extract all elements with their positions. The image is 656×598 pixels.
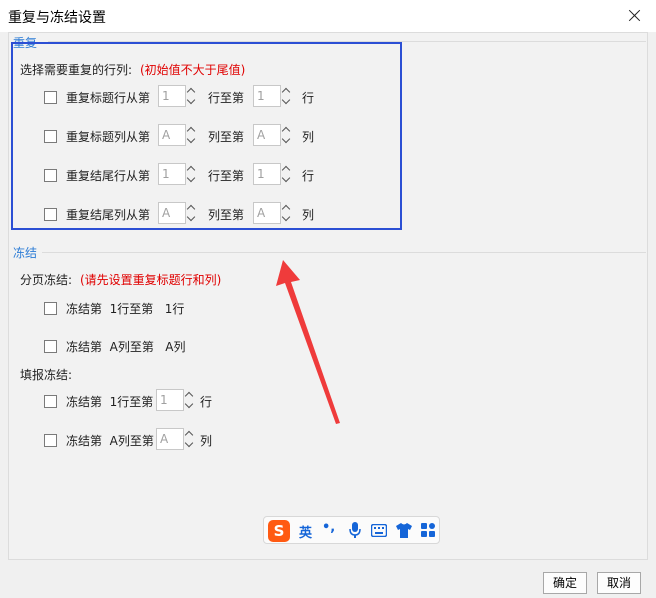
ime-toolbar[interactable]: S 英 •, [263,516,440,544]
ime-mode-toggle[interactable]: 英 [299,522,312,541]
arrow-icon [276,260,340,424]
shirt-icon[interactable] [396,523,412,538]
ime-punctuation-toggle[interactable]: •, [322,520,335,535]
ok-button[interactable]: 确定 [543,572,587,594]
cancel-button[interactable]: 取消 [597,572,641,594]
sogou-logo-icon: S [268,520,290,542]
microphone-icon[interactable] [349,522,361,539]
red-arrow-annotation [276,260,340,424]
keyboard-icon[interactable] [371,524,387,537]
apps-icon[interactable] [421,523,435,537]
